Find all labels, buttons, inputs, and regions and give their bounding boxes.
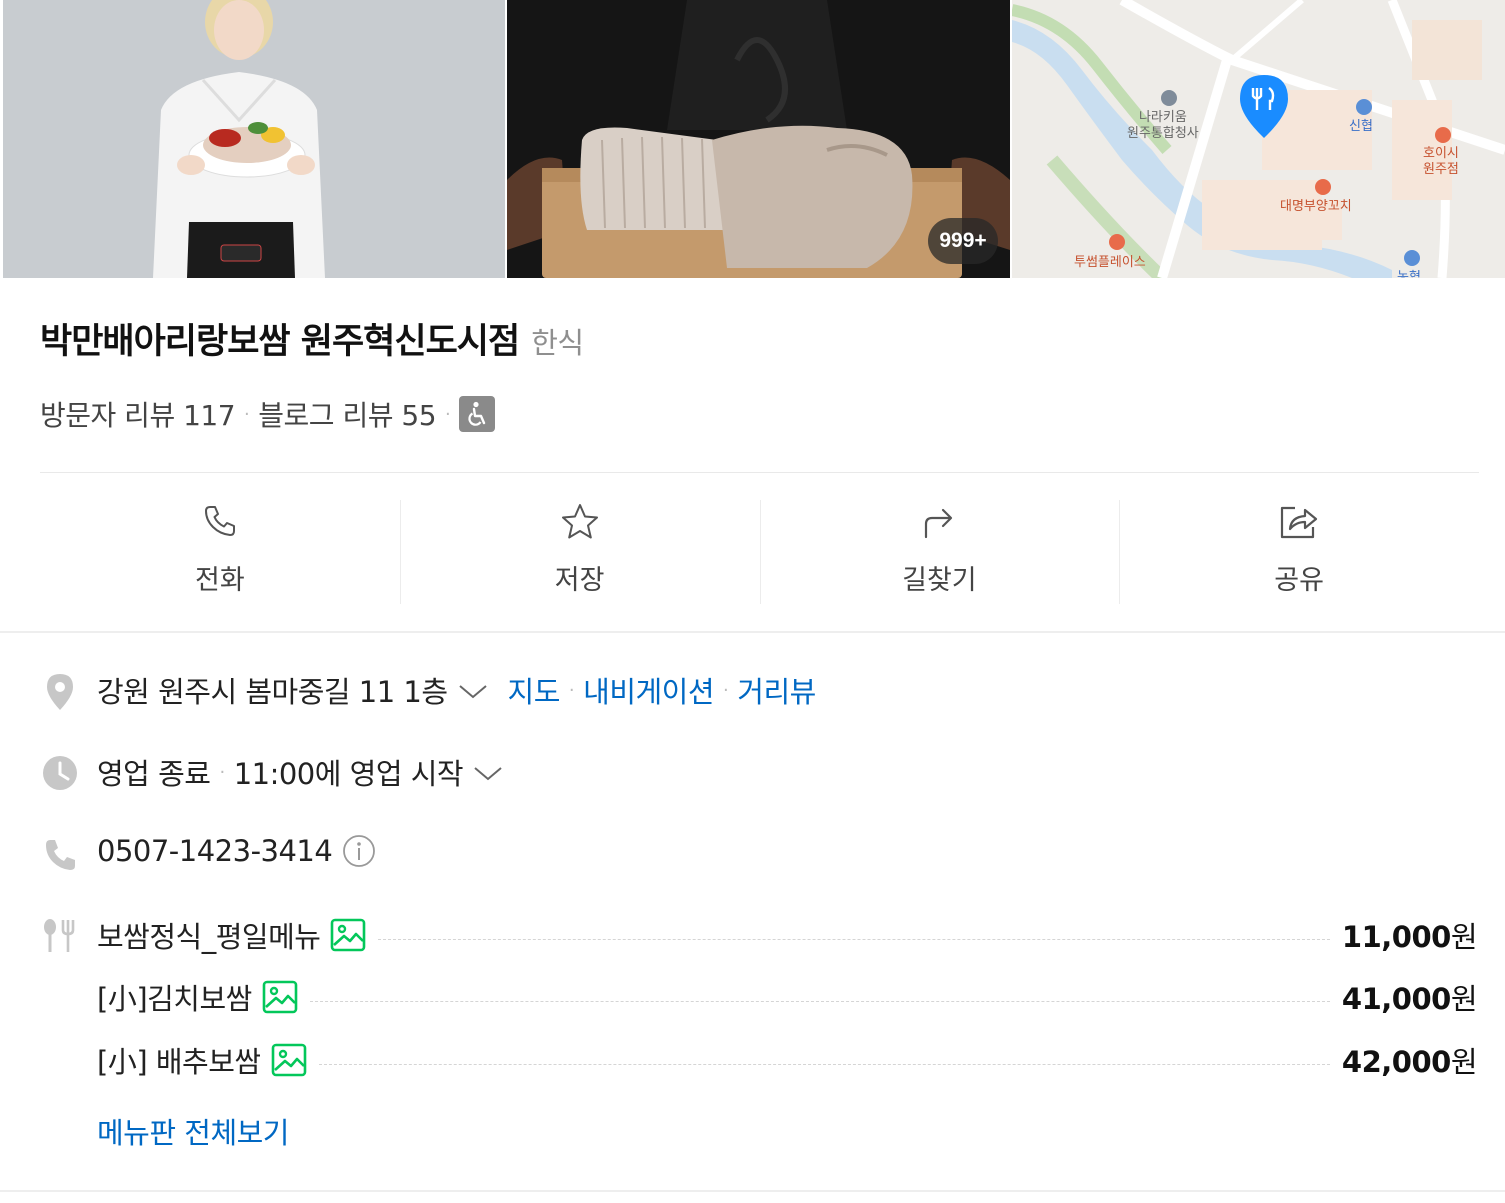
map-thumbnail[interactable]: 나라키움 원주통합청사 신협 호이시 원주점 대명부양꼬치 투썸플레이스 농협 <box>1012 0 1505 278</box>
menu-item-name: 보쌈정식_평일메뉴 <box>97 920 321 954</box>
navigation-link[interactable]: 내비게이션 <box>583 669 714 711</box>
menu-item-name: [小] 배추보쌈 <box>97 1045 261 1079</box>
separator-dot: · <box>244 403 250 425</box>
menu-item[interactable]: 보쌈정식_평일메뉴 11,000원 <box>97 915 1478 955</box>
wheelchair-accessible-icon[interactable] <box>459 396 496 432</box>
place-header: 박만배아리랑보쌈 원주혁신도시점 한식 <box>40 313 584 364</box>
photo-icon[interactable] <box>271 1042 307 1078</box>
map-label-hoisi: 호이시 원주점 <box>1423 146 1459 177</box>
share-label: 공유 <box>1274 565 1324 596</box>
menu-item-price: 42,000원 <box>1341 1045 1478 1079</box>
chevron-down-icon[interactable] <box>473 755 503 789</box>
photo-chef[interactable] <box>3 0 505 278</box>
location-pin-icon <box>40 672 80 712</box>
business-hours-detail: 11:00에 영업 시작 <box>233 757 464 791</box>
separator-dot: · <box>723 679 729 701</box>
visitor-reviews-link[interactable]: 방문자 리뷰 117 <box>40 394 236 434</box>
share-button[interactable]: 공유 <box>1119 500 1479 604</box>
call-button[interactable]: 전화 <box>40 500 400 604</box>
phone-number[interactable]: 0507-1423-3414 <box>97 834 333 868</box>
review-summary: 방문자 리뷰 117 · 블로그 리뷰 55 · <box>40 394 496 434</box>
utensils-icon <box>40 918 80 954</box>
phone-icon <box>204 506 235 536</box>
map-label-government-office: 나라키움 원주통합청사 <box>1127 110 1199 141</box>
menu-item-price: 11,000원 <box>1341 920 1478 954</box>
address-row: 강원 원주시 봄마중길 11 1층 지도 · 내비게이션 · 거리뷰 <box>97 669 816 711</box>
menu-item-price: 41,000원 <box>1341 982 1478 1016</box>
photo-icon[interactable] <box>262 979 298 1015</box>
blog-reviews-link[interactable]: 블로그 리뷰 55 <box>258 394 436 434</box>
info-circle-icon[interactable] <box>342 834 376 868</box>
dotted-leader <box>309 1000 1330 1002</box>
dotted-leader <box>378 938 1330 940</box>
hours-row[interactable]: 영업 종료 · 11:00에 영업 시작 <box>97 751 503 793</box>
clock-icon <box>40 755 80 791</box>
call-label: 전화 <box>195 565 245 596</box>
map-illustration <box>1012 0 1505 278</box>
menu-item[interactable]: [小]김치보쌈 41,000원 <box>97 977 1478 1017</box>
map-label-daemyeong: 대명부양꼬치 <box>1280 199 1352 214</box>
separator-dot: · <box>568 679 575 701</box>
directions-button[interactable]: 길찾기 <box>759 500 1120 604</box>
menu-item-name: [小]김치보쌈 <box>97 982 252 1016</box>
map-label-shinhyup: 신협 <box>1349 119 1373 134</box>
map-label-nonghyup: 농협 <box>1397 270 1421 278</box>
street-view-link[interactable]: 거리뷰 <box>737 669 816 711</box>
place-name: 박만배아리랑보쌈 원주혁신도시점 <box>40 322 520 362</box>
save-button[interactable]: 저장 <box>399 500 760 604</box>
photo-bossam[interactable]: 999+ <box>507 0 1010 278</box>
directions-icon <box>925 508 953 539</box>
section-divider <box>0 631 1505 633</box>
menu-item[interactable]: [小] 배추보쌈 42,000원 <box>97 1040 1478 1080</box>
chef-photo-illustration <box>3 0 505 278</box>
directions-label: 길찾기 <box>902 565 977 596</box>
header-divider <box>40 472 1479 473</box>
photo-strip: 999+ 나라키움 원주통합청사 신협 호이시 원주점 대명부양꼬치 투썸플레이… <box>0 0 1505 278</box>
action-bar: 전화 저장 길찾기 공유 <box>40 500 1479 604</box>
separator-dot: · <box>445 403 451 425</box>
share-icon <box>1281 506 1318 539</box>
address-text: 강원 원주시 봄마중길 11 1층 <box>97 675 448 709</box>
section-divider <box>0 1190 1505 1192</box>
separator-dot: · <box>219 761 225 783</box>
view-full-menu-link[interactable]: 메뉴판 전체보기 <box>97 1110 289 1152</box>
star-icon <box>561 504 598 539</box>
save-label: 저장 <box>554 565 605 596</box>
phone-icon <box>40 838 80 872</box>
place-category: 한식 <box>531 326 584 360</box>
map-link[interactable]: 지도 <box>508 669 561 711</box>
phone-row: 0507-1423-3414 <box>97 834 376 868</box>
chevron-down-icon[interactable] <box>458 673 488 707</box>
photo-icon[interactable] <box>330 917 366 953</box>
map-label-twosome: 투썸플레이스 <box>1074 255 1146 270</box>
photo-count-badge[interactable]: 999+ <box>928 218 998 264</box>
business-status: 영업 종료 <box>97 757 211 791</box>
dotted-leader <box>318 1063 1330 1065</box>
